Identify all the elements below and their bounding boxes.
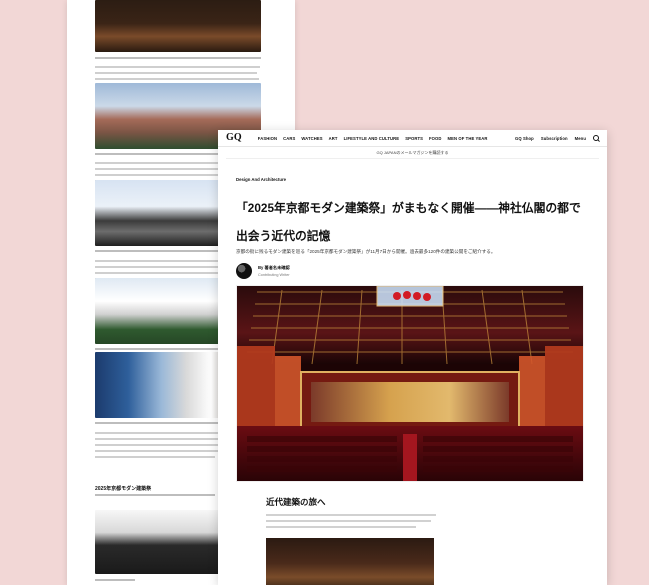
author-meta: By 著者名未確認 Contributing Writer	[258, 265, 290, 277]
section: 近代建築の旅へ	[236, 496, 589, 585]
left-photo-1-caption	[95, 57, 261, 59]
top-navigation: GQ FASHION CARS WATCHES ART LIFESTYLE AN…	[218, 130, 607, 147]
left-photo-6-caption	[95, 579, 135, 581]
search-icon[interactable]	[593, 135, 599, 141]
nav-right: GQ Shop Subscription Menu	[515, 135, 599, 141]
article-screenshot: GQ FASHION CARS WATCHES ART LIFESTYLE AN…	[218, 130, 607, 585]
byline: By 著者名未確認 Contributing Writer	[236, 263, 589, 279]
article-kicker: Design And Architecture	[236, 177, 287, 182]
hero-image	[236, 285, 584, 482]
left-small-title-line	[95, 494, 215, 496]
nav-item[interactable]: FASHION	[258, 136, 277, 141]
nav-item[interactable]: ART	[329, 136, 338, 141]
author-avatar	[236, 263, 252, 279]
nav-item[interactable]: CARS	[283, 136, 295, 141]
article-title-line1: 「2025年京都モダン建築祭」がまもなく開催――神社仏閣の都で	[236, 201, 581, 215]
section-paragraph	[266, 514, 589, 528]
article-title-line2: 出会う近代の記憶	[236, 229, 331, 243]
section-image	[266, 538, 434, 585]
author-role: Contributing Writer	[258, 273, 290, 277]
author-name[interactable]: By 著者名未確認	[258, 265, 290, 271]
nav-item[interactable]: WATCHES	[301, 136, 322, 141]
subscription-link[interactable]: Subscription	[541, 136, 568, 141]
nav-item[interactable]: LIFESTYLE AND CULTURE	[344, 136, 400, 141]
nav-item[interactable]: FOOD	[429, 136, 442, 141]
section-title: 近代建築の旅へ	[266, 497, 326, 507]
nav-item[interactable]: SPORTS	[405, 136, 423, 141]
newsletter-bar[interactable]: GQ JAPANのメールマガジンを購読する	[226, 147, 599, 159]
nav-items: FASHION CARS WATCHES ART LIFESTYLE AND C…	[258, 136, 507, 141]
nav-item[interactable]: MEN OF THE YEAR	[448, 136, 488, 141]
left-photo-1	[95, 0, 261, 52]
article-title: 「2025年京都モダン建築祭」がまもなく開催――神社仏閣の都で 出会う近代の記憶	[236, 187, 589, 243]
article-dek: 京都の街に残るモダン建築を巡る「2025年京都モダン建築祭」が11月7日から開催…	[236, 249, 496, 254]
site-logo[interactable]: GQ	[226, 133, 242, 143]
left-small-title: 2025年京都モダン建築祭	[95, 486, 152, 492]
gq-shop-link[interactable]: GQ Shop	[515, 136, 534, 141]
article-body: Design And Architecture 「2025年京都モダン建築祭」が…	[218, 177, 607, 585]
menu-button[interactable]: Menu	[575, 136, 586, 141]
